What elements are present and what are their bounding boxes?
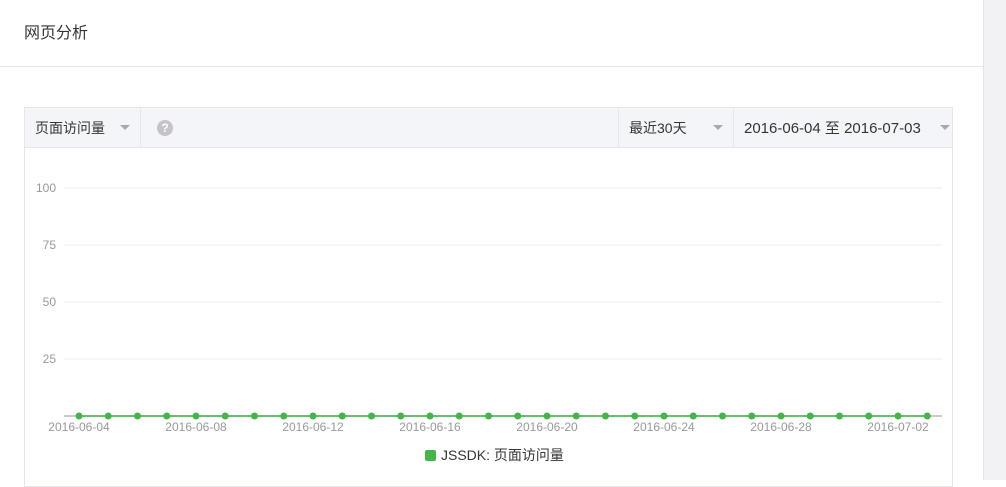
- scrollbar[interactable]: [983, 0, 1006, 480]
- time-range-dropdown[interactable]: 最近30天: [618, 108, 733, 147]
- chevron-down-icon: [713, 125, 723, 130]
- chart-panel: 页面访问量 ? 最近30天 2016-06-04 至 2016-07-03 25…: [24, 107, 953, 487]
- data-point[interactable]: [426, 412, 434, 420]
- x-tick-label: 2016-06-04: [48, 420, 110, 434]
- data-point[interactable]: [689, 412, 697, 420]
- data-point[interactable]: [251, 412, 258, 420]
- line-chart: 25 50 75 100 2016-06-04 2016-06-08 2016-06-12…: [36, 181, 942, 463]
- data-point[interactable]: [338, 412, 346, 420]
- data-point[interactable]: [514, 412, 522, 420]
- data-point[interactable]: [455, 412, 463, 420]
- data-point[interactable]: [368, 412, 375, 420]
- chart-toolbar: 页面访问量 ? 最近30天 2016-06-04 至 2016-07-03: [25, 108, 952, 148]
- data-point[interactable]: [748, 412, 756, 420]
- metric-dropdown-label: 页面访问量: [35, 119, 105, 136]
- page-title: 网页分析: [24, 25, 89, 42]
- y-tick-label: 75: [43, 238, 57, 252]
- x-tick-label: 2016-06-28: [750, 420, 812, 434]
- data-point[interactable]: [719, 412, 726, 420]
- data-point[interactable]: [280, 412, 288, 420]
- data-point[interactable]: [836, 412, 843, 420]
- data-point[interactable]: [485, 412, 492, 420]
- chevron-down-icon: [120, 125, 130, 130]
- data-point[interactable]: [309, 412, 317, 420]
- data-point[interactable]: [397, 412, 405, 420]
- x-tick-label: 2016-06-20: [516, 420, 578, 434]
- data-point[interactable]: [104, 412, 112, 420]
- data-point[interactable]: [221, 412, 229, 420]
- date-range-picker[interactable]: 2016-06-04 至 2016-07-03: [733, 108, 952, 147]
- data-point[interactable]: [75, 412, 83, 420]
- question-circle-icon[interactable]: ?: [157, 120, 173, 136]
- data-point[interactable]: [134, 412, 141, 420]
- legend-label[interactable]: JSSDK: 页面访问量: [441, 447, 564, 463]
- x-tick-label: 2016-06-16: [399, 420, 461, 434]
- x-tick-label: 2016-06-12: [282, 420, 344, 434]
- data-point[interactable]: [777, 412, 785, 420]
- data-point[interactable]: [192, 412, 200, 420]
- x-tick-label: 2016-07-02: [867, 420, 929, 434]
- data-point[interactable]: [602, 412, 609, 420]
- data-point[interactable]: [923, 412, 931, 420]
- data-point[interactable]: [660, 412, 668, 420]
- data-point[interactable]: [806, 412, 814, 420]
- metric-dropdown[interactable]: 页面访问量: [25, 108, 141, 147]
- data-point[interactable]: [163, 412, 171, 420]
- time-range-label: 最近30天: [629, 119, 687, 136]
- x-tick-label: 2016-06-08: [165, 420, 227, 434]
- y-tick-label: 50: [43, 295, 57, 309]
- data-point[interactable]: [631, 412, 639, 420]
- data-point[interactable]: [543, 412, 551, 420]
- data-point[interactable]: [865, 412, 873, 420]
- data-point[interactable]: [894, 412, 902, 420]
- x-tick-label: 2016-06-24: [633, 420, 695, 434]
- legend-swatch[interactable]: [425, 450, 436, 461]
- date-range-label: 2016-06-04 至 2016-07-03: [744, 120, 921, 137]
- chevron-down-icon: [940, 125, 950, 130]
- y-tick-label: 100: [36, 181, 56, 195]
- page-header: 网页分析: [0, 0, 983, 67]
- y-tick-label: 25: [43, 352, 57, 366]
- data-point[interactable]: [572, 412, 580, 420]
